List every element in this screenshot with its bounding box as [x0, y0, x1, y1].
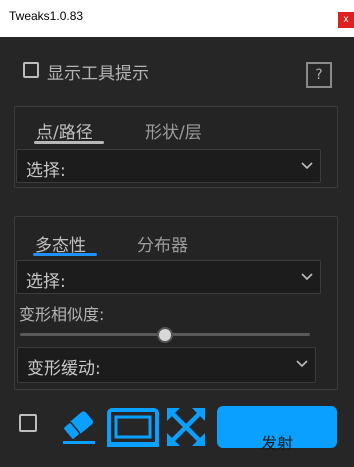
morph-select-dropdown[interactable]: 选择:: [16, 260, 321, 294]
tab-active-indicator: [34, 141, 104, 144]
path-select-dropdown[interactable]: 选择:: [16, 149, 321, 183]
tab-point-path[interactable]: 点/路径: [36, 118, 93, 143]
show-tooltips-checkbox[interactable]: [23, 62, 39, 78]
chevron-down-icon: [296, 360, 308, 368]
expand-arrows-icon[interactable]: [166, 407, 206, 447]
fire-button-label: 发射: [260, 434, 293, 453]
chevron-down-icon: [301, 273, 313, 281]
tab-shape-layer[interactable]: 形状/层: [145, 118, 202, 143]
fire-button[interactable]: 发射: [217, 406, 337, 453]
window-titlebar: Tweaks1.0.83 x: [0, 0, 354, 37]
footer-checkbox[interactable]: [19, 414, 37, 432]
slider-handle[interactable]: [157, 327, 173, 343]
tab-active-indicator: [33, 253, 97, 256]
show-tooltips-label: 显示工具提示: [47, 64, 149, 84]
close-button[interactable]: x: [338, 12, 354, 28]
morph-similarity-label: 变形相似度:: [19, 305, 105, 324]
morph-select-value: 选择:: [26, 272, 66, 292]
path-select-value: 选择:: [26, 161, 66, 181]
eraser-icon[interactable]: [59, 407, 99, 445]
morph-easing-dropdown[interactable]: 变形缓动:: [17, 347, 316, 383]
morph-easing-value: 变形缓动:: [27, 359, 101, 379]
screen-frame-icon[interactable]: [107, 407, 159, 447]
chevron-down-icon: [301, 162, 313, 170]
tab-distributor[interactable]: 分布器: [137, 231, 188, 256]
window-title: Tweaks1.0.83: [9, 9, 84, 23]
help-button[interactable]: ?: [306, 62, 332, 88]
